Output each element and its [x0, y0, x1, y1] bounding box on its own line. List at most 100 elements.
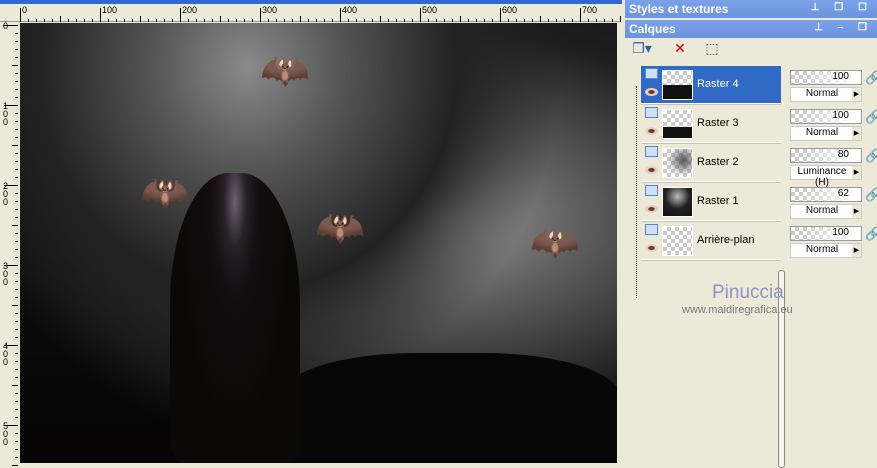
- ruler-tick: [15, 249, 18, 250]
- ruler-tick: [252, 19, 253, 22]
- link-icon[interactable]: 🔗: [865, 187, 877, 203]
- ruler-tick: [404, 19, 405, 22]
- styles-panel-title: Styles et textures ⊥ ❐ ☐: [625, 0, 877, 18]
- panel-buttons[interactable]: ⊥ ❐ ☐: [811, 2, 873, 13]
- ruler-tick: [15, 89, 18, 90]
- link-icon[interactable]: 🔗: [865, 109, 877, 125]
- blend-mode-dropdown[interactable]: Normal ▶: [790, 126, 862, 141]
- link-icon[interactable]: 🔗: [865, 148, 877, 164]
- dropdown-arrow-icon[interactable]: ▶: [852, 244, 861, 257]
- ruler-tick: [108, 19, 109, 22]
- ruler-tick: [580, 8, 581, 22]
- ruler-tick: [236, 19, 237, 22]
- layer-name: Raster 3: [697, 117, 739, 129]
- ruler-tick: [15, 353, 18, 354]
- blend-mode-value: Normal: [805, 244, 839, 255]
- ruler-tick: [15, 401, 18, 402]
- blend-mode-dropdown[interactable]: Normal ▶: [790, 87, 862, 102]
- ruler-tick: [15, 177, 18, 178]
- ruler-tick: [12, 305, 18, 306]
- ruler-label: 600: [502, 5, 518, 15]
- ruler-label: 400: [3, 341, 9, 367]
- layer-type-icon: [645, 107, 658, 118]
- ruler-label: 200: [3, 181, 9, 207]
- layer-row[interactable]: Raster 2: [641, 144, 781, 182]
- visibility-eye-icon[interactable]: [645, 88, 658, 96]
- layer-row[interactable]: Raster 3: [641, 105, 781, 143]
- panel-buttons[interactable]: ⊥ – ❐: [814, 22, 873, 33]
- ruler-label: 400: [342, 5, 358, 15]
- ruler-tick: [348, 19, 349, 22]
- ruler-tick: [12, 465, 18, 466]
- ruler-tick: [76, 19, 77, 22]
- ruler-tick: [15, 297, 18, 298]
- opacity-slider[interactable]: 80: [790, 148, 862, 163]
- layers-title-text: Calques: [629, 22, 676, 36]
- layer-property-row: 100 Normal ▶ 🔗: [790, 66, 877, 104]
- layer-name: Raster 2: [697, 156, 739, 168]
- layer-row[interactable]: Raster 1: [641, 183, 781, 221]
- ruler-tick: [12, 225, 18, 226]
- ruler-tick: [148, 19, 149, 22]
- ruler-tick: [220, 16, 221, 22]
- layer-list: Raster 4 Raster 3 Raster 2 Raster 1 Arrière-…: [625, 64, 785, 468]
- layer-row[interactable]: Arrière-plan: [641, 222, 781, 260]
- dropdown-arrow-icon[interactable]: ▶: [852, 205, 861, 218]
- cemetery-silhouette: [280, 353, 618, 463]
- blend-mode-dropdown[interactable]: Luminance (H) ▶: [790, 165, 862, 188]
- ruler-label: 200: [182, 5, 198, 15]
- ruler-tick: [15, 361, 18, 362]
- delete-layer-icon[interactable]: ✕: [669, 40, 691, 60]
- opacity-slider[interactable]: 100: [790, 226, 862, 241]
- ruler-tick: [15, 121, 18, 122]
- blend-mode-dropdown[interactable]: Normal ▶: [790, 204, 862, 219]
- ruler-tick: [15, 209, 18, 210]
- layer-property-row: 100 Normal ▶ 🔗: [790, 105, 877, 143]
- ruler-tick: [372, 19, 373, 22]
- ruler-tick: [260, 8, 261, 22]
- layer-row[interactable]: Raster 4: [641, 66, 781, 104]
- blend-mode-value: Normal: [805, 205, 839, 216]
- ruler-tick: [15, 313, 18, 314]
- ruler-tick: [15, 137, 18, 138]
- ruler-tick: [15, 257, 18, 258]
- opacity-slider[interactable]: 62: [790, 187, 862, 202]
- dropdown-arrow-icon[interactable]: ▶: [852, 166, 861, 179]
- ruler-tick: [15, 329, 18, 330]
- blend-mode-dropdown[interactable]: Normal ▶: [790, 243, 862, 258]
- ruler-tick: [196, 19, 197, 22]
- canvas-scrollbar[interactable]: [617, 22, 622, 468]
- image-canvas[interactable]: 🦇 🦇 🦇 🦇: [20, 23, 618, 463]
- ruler-tick: [15, 217, 18, 218]
- dropdown-arrow-icon[interactable]: ▶: [852, 88, 861, 101]
- ruler-tick: [564, 19, 565, 22]
- layers-toolbar: ❐▾ ✕ ⬚: [625, 38, 877, 64]
- ruler-tick: [396, 19, 397, 22]
- ruler-tick: [60, 16, 61, 22]
- ruler-label: 300: [262, 5, 278, 15]
- ruler-label: 100: [3, 101, 9, 127]
- ruler-tick: [444, 19, 445, 22]
- ruler-tick: [15, 321, 18, 322]
- opacity-slider[interactable]: 100: [790, 70, 862, 85]
- link-icon[interactable]: 🔗: [865, 226, 877, 242]
- visibility-eye-icon[interactable]: [645, 205, 658, 213]
- edit-selection-icon[interactable]: ⬚: [701, 40, 723, 60]
- ruler-tick: [15, 161, 18, 162]
- ruler-tick: [540, 16, 541, 22]
- ruler-label: 500: [3, 421, 9, 447]
- visibility-eye-icon[interactable]: [645, 166, 658, 174]
- layer-thumbnail: [662, 226, 693, 256]
- ruler-tick: [52, 19, 53, 22]
- new-layer-icon[interactable]: ❐▾: [631, 40, 653, 60]
- visibility-eye-icon[interactable]: [645, 244, 658, 252]
- link-icon[interactable]: 🔗: [865, 70, 877, 86]
- ruler-tick: [15, 289, 18, 290]
- ruler-tick: [452, 19, 453, 22]
- ruler-tick: [340, 8, 341, 22]
- opacity-slider[interactable]: 100: [790, 109, 862, 124]
- visibility-eye-icon[interactable]: [645, 127, 658, 135]
- ruler-tick: [15, 457, 18, 458]
- ruler-tick: [15, 201, 18, 202]
- dropdown-arrow-icon[interactable]: ▶: [852, 127, 861, 140]
